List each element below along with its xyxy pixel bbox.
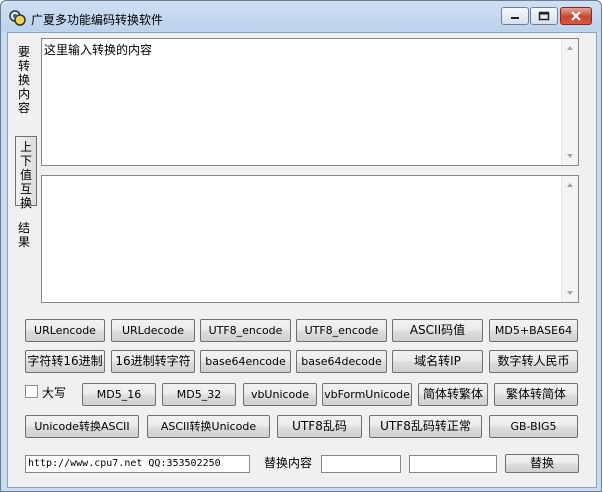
vbformunicode-button[interactable]: vbFormUnicode bbox=[322, 383, 412, 406]
maximize-icon bbox=[538, 11, 550, 21]
scroll-down-arrow-icon[interactable] bbox=[567, 291, 573, 295]
uppercase-checkbox[interactable] bbox=[25, 385, 38, 398]
maximize-button[interactable] bbox=[530, 7, 558, 25]
result-textarea[interactable] bbox=[41, 175, 579, 303]
utf8-garbled-button[interactable]: UTF8乱码 bbox=[277, 415, 362, 438]
client-area: 要转换内容 上下值互换 结果 这里输入转换的内容 URLencode URLde… bbox=[7, 32, 597, 488]
url-qq-field[interactable]: http://www.cpu7.net QQ:353502250 bbox=[25, 455, 250, 473]
traditional-to-simplified-button[interactable]: 繁体转简体 bbox=[494, 383, 578, 406]
scroll-up-arrow-icon[interactable] bbox=[567, 183, 573, 187]
replace-content-label: 替换内容 bbox=[264, 456, 313, 470]
vbunicode-button[interactable]: vbUnicode bbox=[243, 383, 317, 406]
replace-button[interactable]: 替换 bbox=[505, 454, 579, 473]
md5-32-button[interactable]: MD5_32 bbox=[162, 383, 236, 406]
result-side-label: 结果 bbox=[17, 221, 30, 249]
window-title: 广夏多功能编码转换软件 bbox=[31, 13, 164, 27]
close-icon bbox=[571, 11, 581, 21]
ascii-code-button[interactable]: ASCII码值 bbox=[392, 319, 483, 342]
replace-from-input[interactable] bbox=[321, 455, 401, 473]
base64encode-button[interactable]: base64encode bbox=[200, 350, 291, 373]
title-bar[interactable]: 广夏多功能编码转换软件 bbox=[1, 1, 601, 33]
minimize-icon bbox=[511, 17, 519, 19]
domain-to-ip-button[interactable]: 域名转IP bbox=[392, 350, 483, 373]
utf8-encode-button-1[interactable]: UTF8_encode bbox=[200, 319, 291, 342]
result-scrollbar[interactable] bbox=[561, 176, 578, 302]
ascii-to-unicode-button[interactable]: ASCII转换Unicode bbox=[147, 415, 270, 438]
app-logo-icon bbox=[9, 10, 26, 26]
input-scrollbar[interactable] bbox=[561, 39, 578, 165]
hex-to-string-button[interactable]: 16进制转字符 bbox=[111, 350, 195, 373]
minimize-button[interactable] bbox=[501, 7, 529, 25]
replace-to-input[interactable] bbox=[409, 455, 497, 473]
md5-base64-button[interactable]: MD5+BASE64 bbox=[489, 319, 578, 342]
close-button[interactable] bbox=[560, 7, 592, 25]
uppercase-label: 大写 bbox=[42, 386, 67, 400]
scroll-up-arrow-icon[interactable] bbox=[567, 46, 573, 50]
scroll-down-arrow-icon[interactable] bbox=[567, 154, 573, 158]
unicode-to-ascii-button[interactable]: Unicode转换ASCII bbox=[25, 415, 139, 438]
swap-values-button[interactable]: 上下值互换 bbox=[15, 136, 37, 210]
string-to-hex-button[interactable]: 字符转16进制 bbox=[25, 350, 105, 373]
app-window: 广夏多功能编码转换软件 要转换内容 上下值互换 结果 这里输入转换的内容 URL… bbox=[0, 0, 602, 492]
simplified-to-traditional-button[interactable]: 简体转繁体 bbox=[418, 383, 488, 406]
gb-big5-button[interactable]: GB-BIG5 bbox=[489, 415, 578, 438]
number-to-rmb-button[interactable]: 数字转人民币 bbox=[489, 350, 578, 373]
utf8-garbled-to-normal-button[interactable]: UTF8乱码转正常 bbox=[369, 415, 482, 438]
input-side-label: 要转换内容 bbox=[17, 45, 30, 115]
urlencode-button[interactable]: URLencode bbox=[25, 319, 105, 342]
input-textarea[interactable]: 这里输入转换的内容 bbox=[41, 38, 579, 166]
base64decode-button[interactable]: base64decode bbox=[296, 350, 387, 373]
urldecode-button[interactable]: URLdecode bbox=[111, 319, 195, 342]
input-text: 这里输入转换的内容 bbox=[44, 43, 153, 57]
utf8-encode-button-2[interactable]: UTF8_encode bbox=[296, 319, 387, 342]
md5-16-button[interactable]: MD5_16 bbox=[82, 383, 156, 406]
